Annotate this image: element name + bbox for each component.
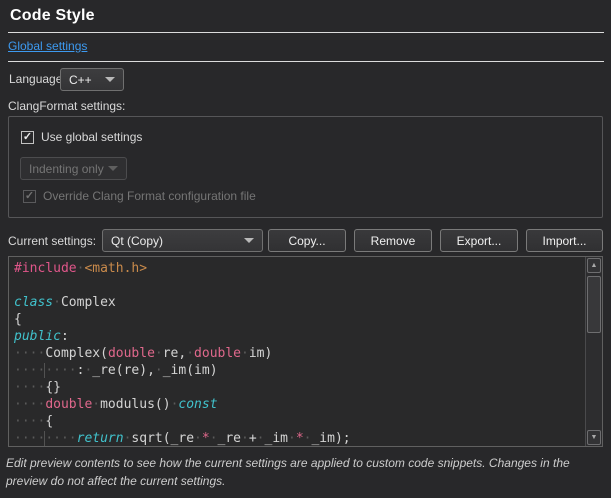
scroll-down-button[interactable]: ▼ (587, 430, 601, 445)
code-line (14, 277, 585, 294)
scroll-up-icon: ▲ (591, 262, 598, 269)
use-global-settings-label: Use global settings (41, 130, 142, 144)
code-line: ····{} (14, 379, 585, 396)
override-clangformat-checkbox: ✓ Override Clang Format configuration fi… (23, 189, 256, 203)
current-settings-label: Current settings: (8, 234, 96, 248)
scrollbar-thumb[interactable] (587, 276, 601, 333)
use-global-settings-checkbox[interactable]: ✓ Use global settings (21, 130, 142, 144)
export-button[interactable]: Export... (440, 229, 518, 252)
language-label: Language: (9, 72, 66, 86)
page-title: Code Style (10, 7, 95, 25)
code-line: public: (14, 328, 585, 345)
checkbox-box: ✓ (21, 131, 34, 144)
code-line: ····{ (14, 413, 585, 430)
code-line: ········return·sqrt(_re·*·_re·+·_im·*·_i… (14, 430, 585, 446)
chevron-down-icon (108, 166, 118, 171)
remove-button[interactable]: Remove (354, 229, 432, 252)
code-preview-editor[interactable]: #include·<math.h>class·Complex{public:··… (8, 256, 603, 447)
indenting-mode-select: Indenting only (20, 157, 127, 180)
code-content[interactable]: #include·<math.h>class·Complex{public:··… (9, 257, 585, 446)
vertical-scrollbar[interactable]: ▲ ▼ (585, 257, 602, 446)
code-line: { (14, 311, 585, 328)
indenting-mode-value: Indenting only (29, 162, 104, 176)
override-clangformat-label: Override Clang Format configuration file (43, 189, 256, 203)
title-separator (8, 32, 604, 33)
link-separator (8, 61, 604, 62)
language-select-value: C++ (69, 73, 92, 87)
import-button[interactable]: Import... (526, 229, 603, 252)
check-icon: ✓ (25, 191, 34, 202)
scroll-down-icon: ▼ (591, 434, 598, 441)
clangformat-settings-label: ClangFormat settings: (8, 99, 125, 113)
code-line: ····double·modulus()·const (14, 396, 585, 413)
global-settings-link[interactable]: Global settings (8, 39, 87, 53)
code-line: class·Complex (14, 294, 585, 311)
language-select[interactable]: C++ (60, 68, 124, 91)
footer-note: Edit preview contents to see how the cur… (6, 454, 605, 490)
copy-button[interactable]: Copy... (268, 229, 346, 252)
check-icon: ✓ (23, 132, 32, 143)
code-line: #include·<math.h> (14, 260, 585, 277)
current-settings-select[interactable]: Qt (Copy) (102, 229, 263, 252)
current-settings-value: Qt (Copy) (111, 234, 163, 248)
code-line: ········:·_re(re),·_im(im) (14, 362, 585, 379)
chevron-down-icon (244, 238, 254, 243)
code-line: ····Complex(double·re,·double·im) (14, 345, 585, 362)
scroll-up-button[interactable]: ▲ (587, 258, 601, 273)
chevron-down-icon (105, 77, 115, 82)
checkbox-box: ✓ (23, 190, 36, 203)
